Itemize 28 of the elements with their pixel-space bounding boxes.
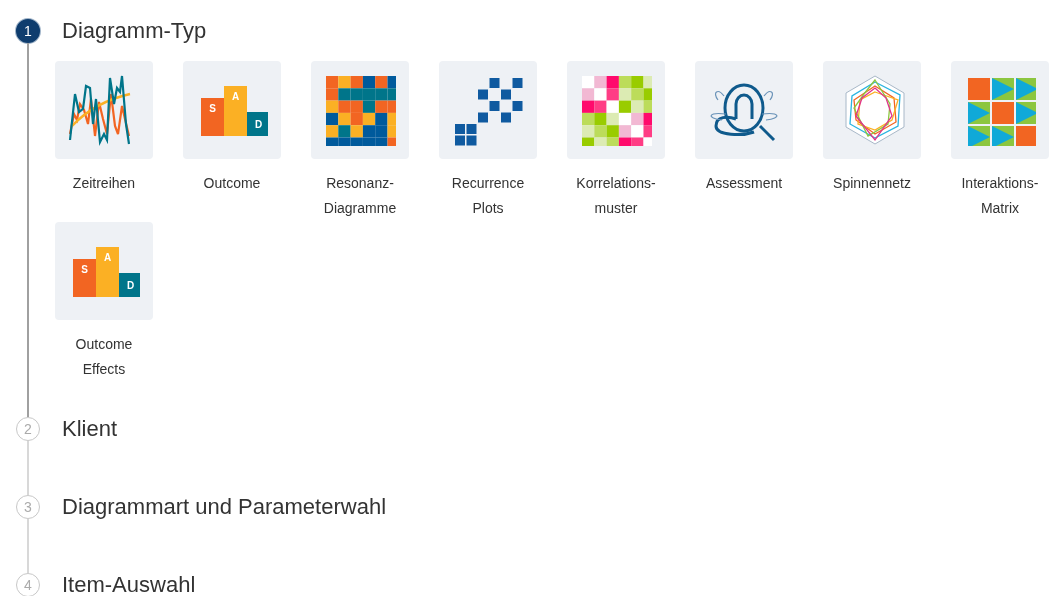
chart-type-label: Zeitreihen xyxy=(72,174,136,193)
chart-type-button[interactable] xyxy=(55,61,153,159)
chart-type-button[interactable]: S A D xyxy=(183,61,281,159)
heatmap-icon xyxy=(580,74,652,146)
step-title[interactable]: Item-Auswahl xyxy=(56,573,196,596)
chart-type-button[interactable] xyxy=(951,61,1049,159)
chart-type-button[interactable] xyxy=(567,61,665,159)
step-title[interactable]: Diagramm-Typ xyxy=(56,19,207,43)
chart-type-label: Resonanz- Diagramme xyxy=(323,174,397,218)
chart-type-label: Korrelations- muster xyxy=(576,174,656,218)
chart-type-label: Assessment xyxy=(705,174,783,193)
step-number: 2 xyxy=(16,417,40,441)
step-number: 3 xyxy=(16,495,40,519)
chart-type-label: Interaktions- Matrix xyxy=(961,174,1039,218)
heatmap-icon xyxy=(324,74,396,146)
chart-type-label: Outcome xyxy=(203,174,261,193)
chart-type-label: Outcome Effects xyxy=(75,335,133,379)
step-title[interactable]: Diagrammart und Parameterwahl xyxy=(56,495,387,519)
step-number: 4 xyxy=(16,573,40,596)
chart-type-button[interactable] xyxy=(695,61,793,159)
chart-type-button[interactable]: S A D xyxy=(55,222,153,320)
chart-type-button[interactable] xyxy=(311,61,409,159)
step-number: 1 xyxy=(16,19,40,43)
chart-type-button[interactable] xyxy=(823,61,921,159)
chart-type-button[interactable] xyxy=(439,61,537,159)
chart-type-label: Spinnennetz xyxy=(833,174,911,193)
step-title[interactable]: Klient xyxy=(56,417,118,441)
chart-type-label: Recurrence Plots xyxy=(451,174,525,218)
